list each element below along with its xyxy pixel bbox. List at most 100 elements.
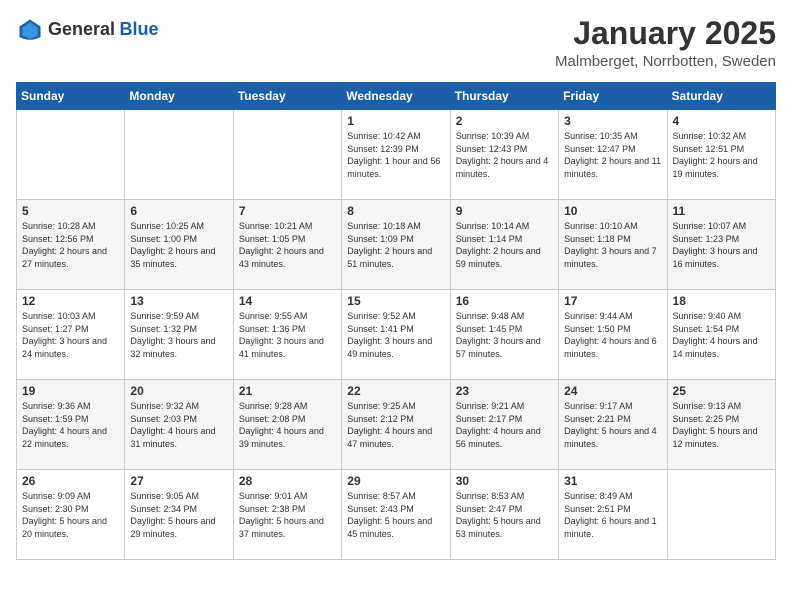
calendar-cell-4-5: 31 Sunrise: 8:49 AM Sunset: 2:51 PM Dayli… bbox=[559, 470, 667, 560]
calendar-cell-2-6: 18 Sunrise: 9:40 AM Sunset: 1:54 PM Dayli… bbox=[667, 290, 775, 380]
day-number: 2 bbox=[456, 114, 553, 128]
day-number: 3 bbox=[564, 114, 661, 128]
calendar-cell-3-0: 19 Sunrise: 9:36 AM Sunset: 1:59 PM Dayli… bbox=[17, 380, 125, 470]
calendar-cell-0-6: 4 Sunrise: 10:32 AM Sunset: 12:51 PM Dayl… bbox=[667, 110, 775, 200]
calendar-cell-2-2: 14 Sunrise: 9:55 AM Sunset: 1:36 PM Dayli… bbox=[233, 290, 341, 380]
weekday-header-friday: Friday bbox=[559, 83, 667, 110]
calendar-cell-1-0: 5 Sunrise: 10:28 AM Sunset: 12:56 PM Dayl… bbox=[17, 200, 125, 290]
day-content: Sunrise: 10:18 AM Sunset: 1:09 PM Daylig… bbox=[347, 220, 444, 270]
calendar-table: SundayMondayTuesdayWednesdayThursdayFrid… bbox=[16, 82, 776, 560]
calendar-cell-4-0: 26 Sunrise: 9:09 AM Sunset: 2:30 PM Dayli… bbox=[17, 470, 125, 560]
day-content: Sunrise: 10:10 AM Sunset: 1:18 PM Daylig… bbox=[564, 220, 661, 270]
calendar-cell-1-4: 9 Sunrise: 10:14 AM Sunset: 1:14 PM Dayli… bbox=[450, 200, 558, 290]
calendar-cell-3-2: 21Sunrise: 9:28 AM Sunset: 2:08 PM Dayli… bbox=[233, 380, 341, 470]
day-number: 8 bbox=[347, 204, 444, 218]
day-content: Sunrise: 9:13 AM Sunset: 2:25 PM Dayligh… bbox=[673, 400, 770, 450]
calendar-cell-4-3: 29 Sunrise: 8:57 AM Sunset: 2:43 PM Dayli… bbox=[342, 470, 450, 560]
calendar-cell-0-2 bbox=[233, 110, 341, 200]
weekday-header-saturday: Saturday bbox=[667, 83, 775, 110]
day-number: 6 bbox=[130, 204, 227, 218]
day-number: 4 bbox=[673, 114, 770, 128]
calendar-cell-4-1: 27 Sunrise: 9:05 AM Sunset: 2:34 PM Dayli… bbox=[125, 470, 233, 560]
calendar-cell-3-1: 20 Sunrise: 9:32 AM Sunset: 2:03 PM Dayli… bbox=[125, 380, 233, 470]
day-number: 9 bbox=[456, 204, 553, 218]
header: General Blue January 2025 Malmberget, No… bbox=[16, 16, 776, 70]
day-content: Sunrise: 9:44 AM Sunset: 1:50 PM Dayligh… bbox=[564, 310, 661, 360]
day-content: Sunrise: 9:09 AM Sunset: 2:30 PM Dayligh… bbox=[22, 490, 119, 540]
day-number: 31 bbox=[564, 474, 661, 488]
calendar-cell-1-3: 8 Sunrise: 10:18 AM Sunset: 1:09 PM Dayli… bbox=[342, 200, 450, 290]
calendar-cell-2-3: 15 Sunrise: 9:52 AM Sunset: 1:41 PM Dayli… bbox=[342, 290, 450, 380]
day-number: 27 bbox=[130, 474, 227, 488]
day-content: Sunrise: 9:36 AM Sunset: 1:59 PM Dayligh… bbox=[22, 400, 119, 450]
calendar-cell-0-4: 2 Sunrise: 10:39 AM Sunset: 12:43 PM Dayl… bbox=[450, 110, 558, 200]
calendar-cell-2-0: 12 Sunrise: 10:03 AM Sunset: 1:27 PM Dayl… bbox=[17, 290, 125, 380]
day-number: 25 bbox=[673, 384, 770, 398]
day-content: Sunrise: 8:53 AM Sunset: 2:47 PM Dayligh… bbox=[456, 490, 553, 540]
week-row-3: 19 Sunrise: 9:36 AM Sunset: 1:59 PM Dayli… bbox=[17, 380, 776, 470]
logo-text-group: General Blue bbox=[48, 20, 159, 40]
calendar-cell-0-1 bbox=[125, 110, 233, 200]
calendar-title: January 2025 bbox=[555, 16, 776, 51]
day-number: 14 bbox=[239, 294, 336, 308]
weekday-header-sunday: Sunday bbox=[17, 83, 125, 110]
day-content: Sunrise: 9:55 AM Sunset: 1:36 PM Dayligh… bbox=[239, 310, 336, 360]
day-number: 5 bbox=[22, 204, 119, 218]
day-content: Sunrise: 8:49 AM Sunset: 2:51 PM Dayligh… bbox=[564, 490, 661, 540]
day-content: Sunrise: 10:14 AM Sunset: 1:14 PM Daylig… bbox=[456, 220, 553, 270]
logo: General Blue bbox=[16, 16, 159, 44]
day-number: 16 bbox=[456, 294, 553, 308]
day-content: Sunrise: 9:25 AM Sunset: 2:12 PM Dayligh… bbox=[347, 400, 444, 450]
calendar-cell-1-5: 10 Sunrise: 10:10 AM Sunset: 1:18 PM Dayl… bbox=[559, 200, 667, 290]
calendar-cell-1-6: 11Sunrise: 10:07 AM Sunset: 1:23 PM Dayl… bbox=[667, 200, 775, 290]
day-number: 30 bbox=[456, 474, 553, 488]
week-row-0: 1 Sunrise: 10:42 AM Sunset: 12:39 PM Dayl… bbox=[17, 110, 776, 200]
calendar-cell-0-3: 1 Sunrise: 10:42 AM Sunset: 12:39 PM Dayl… bbox=[342, 110, 450, 200]
day-content: Sunrise: 8:57 AM Sunset: 2:43 PM Dayligh… bbox=[347, 490, 444, 540]
day-content: Sunrise: 10:03 AM Sunset: 1:27 PM Daylig… bbox=[22, 310, 119, 360]
day-content: Sunrise: 10:25 AM Sunset: 1:00 PM Daylig… bbox=[130, 220, 227, 270]
day-content: Sunrise: 9:40 AM Sunset: 1:54 PM Dayligh… bbox=[673, 310, 770, 360]
day-number: 22 bbox=[347, 384, 444, 398]
day-number: 29 bbox=[347, 474, 444, 488]
calendar-cell-0-0 bbox=[17, 110, 125, 200]
calendar-cell-1-1: 6 Sunrise: 10:25 AM Sunset: 1:00 PM Dayli… bbox=[125, 200, 233, 290]
day-content: Sunrise: 9:32 AM Sunset: 2:03 PM Dayligh… bbox=[130, 400, 227, 450]
calendar-cell-2-5: 17Sunrise: 9:44 AM Sunset: 1:50 PM Dayli… bbox=[559, 290, 667, 380]
calendar-cell-4-6 bbox=[667, 470, 775, 560]
day-number: 26 bbox=[22, 474, 119, 488]
day-number: 7 bbox=[239, 204, 336, 218]
week-row-4: 26 Sunrise: 9:09 AM Sunset: 2:30 PM Dayli… bbox=[17, 470, 776, 560]
calendar-cell-4-2: 28Sunrise: 9:01 AM Sunset: 2:38 PM Dayli… bbox=[233, 470, 341, 560]
logo-general: General bbox=[48, 19, 115, 39]
day-content: Sunrise: 10:28 AM Sunset: 12:56 PM Dayli… bbox=[22, 220, 119, 270]
day-number: 10 bbox=[564, 204, 661, 218]
day-number: 15 bbox=[347, 294, 444, 308]
day-content: Sunrise: 10:42 AM Sunset: 12:39 PM Dayli… bbox=[347, 130, 444, 180]
title-area: January 2025 Malmberget, Norrbotten, Swe… bbox=[555, 16, 776, 70]
day-content: Sunrise: 9:52 AM Sunset: 1:41 PM Dayligh… bbox=[347, 310, 444, 360]
calendar-cell-0-5: 3 Sunrise: 10:35 AM Sunset: 12:47 PM Dayl… bbox=[559, 110, 667, 200]
day-number: 12 bbox=[22, 294, 119, 308]
day-number: 20 bbox=[130, 384, 227, 398]
day-content: Sunrise: 10:39 AM Sunset: 12:43 PM Dayli… bbox=[456, 130, 553, 180]
day-content: Sunrise: 9:21 AM Sunset: 2:17 PM Dayligh… bbox=[456, 400, 553, 450]
calendar-cell-2-1: 13Sunrise: 9:59 AM Sunset: 1:32 PM Dayli… bbox=[125, 290, 233, 380]
day-content: Sunrise: 9:17 AM Sunset: 2:21 PM Dayligh… bbox=[564, 400, 661, 450]
day-number: 21 bbox=[239, 384, 336, 398]
day-content: Sunrise: 9:01 AM Sunset: 2:38 PM Dayligh… bbox=[239, 490, 336, 540]
day-content: Sunrise: 10:07 AM Sunset: 1:23 PM Daylig… bbox=[673, 220, 770, 270]
day-number: 24 bbox=[564, 384, 661, 398]
week-row-2: 12 Sunrise: 10:03 AM Sunset: 1:27 PM Dayl… bbox=[17, 290, 776, 380]
calendar-cell-3-3: 22 Sunrise: 9:25 AM Sunset: 2:12 PM Dayli… bbox=[342, 380, 450, 470]
day-content: Sunrise: 9:05 AM Sunset: 2:34 PM Dayligh… bbox=[130, 490, 227, 540]
calendar-cell-2-4: 16 Sunrise: 9:48 AM Sunset: 1:45 PM Dayli… bbox=[450, 290, 558, 380]
day-content: Sunrise: 10:35 AM Sunset: 12:47 PM Dayli… bbox=[564, 130, 661, 180]
weekday-header-thursday: Thursday bbox=[450, 83, 558, 110]
weekday-header-monday: Monday bbox=[125, 83, 233, 110]
day-number: 18 bbox=[673, 294, 770, 308]
day-content: Sunrise: 9:48 AM Sunset: 1:45 PM Dayligh… bbox=[456, 310, 553, 360]
day-number: 1 bbox=[347, 114, 444, 128]
day-number: 19 bbox=[22, 384, 119, 398]
day-content: Sunrise: 10:32 AM Sunset: 12:51 PM Dayli… bbox=[673, 130, 770, 180]
